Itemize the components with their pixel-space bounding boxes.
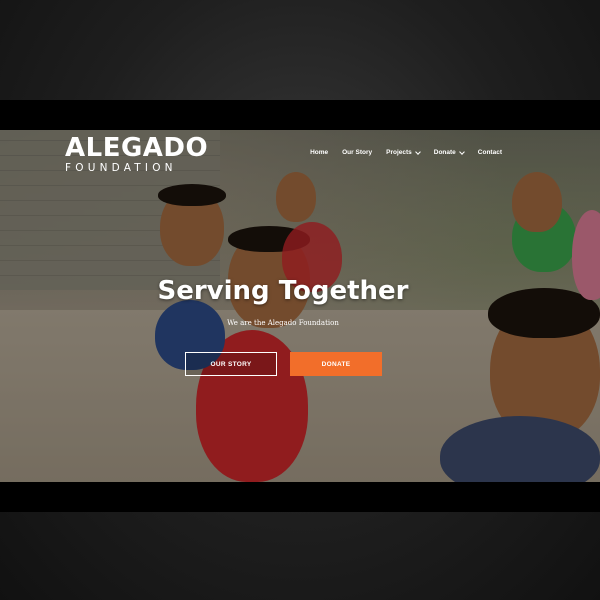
nav-label: Home [310, 149, 329, 156]
main-nav: Home Our Story Projects Donate Contact [310, 148, 502, 156]
nav-label: Contact [477, 149, 502, 156]
our-story-button[interactable]: OUR STORY [185, 352, 277, 376]
nav-home[interactable]: Home [310, 149, 328, 156]
nav-label: Donate [433, 149, 456, 156]
nav-our-story[interactable]: Our Story [342, 149, 372, 156]
logo-sub-text: FOUNDATION [65, 162, 177, 174]
chevron-down-icon [414, 148, 421, 155]
nav-projects[interactable]: Projects [386, 148, 421, 156]
hero-title: Serving Together [157, 276, 409, 306]
hero-subtitle: We are the Alegado Foundation [227, 319, 339, 327]
chevron-down-icon [458, 148, 465, 155]
logo-main-text: ALEGADO [65, 133, 209, 163]
donate-button[interactable]: DONATE [290, 352, 382, 376]
hero-background-photo [0, 130, 600, 482]
site-logo[interactable]: ALEGADO FOUNDATION [65, 135, 208, 174]
nav-label: Projects [386, 149, 412, 156]
nav-contact[interactable]: Contact [478, 149, 502, 156]
nav-label: Our Story [342, 149, 373, 156]
hero-overlay [0, 130, 600, 482]
nav-donate[interactable]: Donate [433, 148, 465, 156]
